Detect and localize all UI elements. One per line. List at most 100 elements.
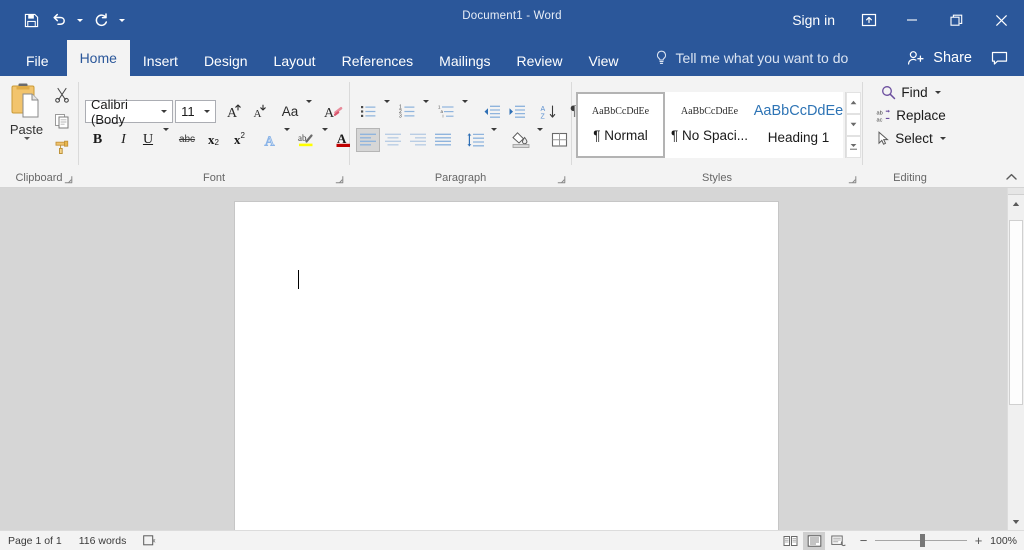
view-read-mode-button[interactable] [779, 532, 801, 550]
align-right-button[interactable] [406, 128, 430, 152]
select-dropdown-icon[interactable] [939, 136, 946, 140]
save-icon[interactable] [18, 7, 44, 33]
style-item-heading-1[interactable]: AaBbCcDdEe Heading 1 [754, 91, 843, 158]
change-case-button[interactable]: Aa [278, 99, 316, 124]
undo-dropdown-icon[interactable] [74, 7, 86, 33]
tab-mailings[interactable]: Mailings [426, 46, 503, 76]
comment-icon[interactable] [982, 42, 1016, 74]
clipboard-dialog-launcher[interactable] [63, 173, 74, 184]
line-spacing-button[interactable] [463, 128, 487, 152]
view-print-layout-button[interactable] [803, 531, 825, 550]
cut-button[interactable] [49, 83, 75, 107]
sign-in-button[interactable]: Sign in [778, 0, 849, 40]
style-item-normal[interactable]: AaBbCcDdEe ¶ Normal [576, 91, 665, 158]
sort-button[interactable]: AZ [537, 100, 561, 124]
font-name-combobox[interactable]: Calibri (Body [85, 97, 174, 127]
close-button[interactable] [979, 0, 1024, 40]
style-item-no-spacing[interactable]: AaBbCcDdEe ¶ No Spaci... [665, 91, 754, 158]
zoom-track[interactable] [875, 534, 967, 548]
multilevel-list-button[interactable]: 1ai [434, 100, 458, 124]
borders-button[interactable] [548, 128, 572, 152]
find-button[interactable]: Find [881, 81, 944, 103]
split-window-handle[interactable] [1008, 188, 1024, 195]
zoom-out-button[interactable]: − [857, 534, 870, 548]
shading-split-button[interactable] [509, 127, 547, 152]
styles-scroll-up-icon[interactable] [846, 91, 861, 114]
tab-view[interactable]: View [575, 46, 631, 76]
tab-design[interactable]: Design [191, 46, 261, 76]
paste-dropdown-icon[interactable] [23, 137, 30, 158]
align-left-button[interactable] [356, 127, 380, 152]
align-center-button[interactable] [381, 128, 405, 152]
numbering-button[interactable]: 123 [395, 100, 419, 124]
text-effects-dropdown-icon[interactable] [280, 127, 294, 149]
strikethrough-button[interactable]: abc [174, 128, 200, 152]
tab-home[interactable]: Home [66, 40, 130, 76]
tab-review[interactable]: Review [504, 46, 576, 76]
paste-button[interactable]: Paste [4, 80, 49, 158]
decrease-indent-button[interactable] [480, 100, 504, 124]
highlight-dropdown-icon[interactable] [318, 127, 332, 149]
text-effects-split-button[interactable]: A [260, 127, 294, 152]
vertical-scrollbar[interactable] [1007, 188, 1024, 530]
zoom-level[interactable]: 100% [987, 535, 1017, 547]
shading-dropdown-icon[interactable] [533, 127, 547, 149]
copy-button[interactable] [49, 109, 75, 133]
grow-font-button[interactable]: A [222, 100, 246, 124]
scroll-down-icon[interactable] [1008, 513, 1024, 530]
clear-formatting-button[interactable]: A [321, 100, 345, 124]
tab-layout[interactable]: Layout [261, 46, 329, 76]
bullets-dropdown-icon[interactable] [380, 99, 394, 121]
page-indicator[interactable]: Page 1 of 1 [6, 535, 64, 547]
line-spacing-split-button[interactable] [463, 127, 501, 152]
superscript-button[interactable]: x2 [227, 128, 252, 152]
format-painter-button[interactable] [49, 135, 75, 159]
change-case-dropdown-icon[interactable] [302, 99, 316, 121]
view-web-layout-button[interactable] [827, 532, 849, 550]
find-dropdown-icon[interactable] [934, 90, 941, 94]
tab-references[interactable]: References [329, 46, 427, 76]
text-highlight-button[interactable]: ab [295, 128, 318, 152]
bold-button[interactable]: B [85, 128, 110, 152]
redo-icon[interactable] [88, 7, 114, 33]
italic-button[interactable]: I [111, 128, 136, 152]
multilevel-dropdown-icon[interactable] [458, 99, 472, 121]
replace-button[interactable]: ab ac Replace [876, 104, 950, 126]
tab-file[interactable]: File [8, 46, 67, 76]
tell-me-search[interactable]: Tell me what you want to do [654, 40, 848, 76]
numbering-dropdown-icon[interactable] [419, 99, 433, 121]
shrink-font-button[interactable]: A [247, 100, 271, 124]
styles-scroll-down-icon[interactable] [846, 113, 861, 136]
ribbon-display-options-icon[interactable] [849, 0, 889, 40]
bullets-split-button[interactable] [356, 99, 394, 124]
select-button[interactable]: Select [876, 127, 950, 149]
font-name-dropdown-icon[interactable] [156, 110, 172, 113]
font-dialog-launcher[interactable] [334, 173, 345, 184]
scrollbar-thumb[interactable] [1009, 220, 1023, 405]
multilevel-split-button[interactable]: 1ai [434, 99, 472, 124]
zoom-slider[interactable]: − + [857, 534, 985, 548]
minimize-button[interactable] [889, 0, 934, 40]
subscript-button[interactable]: x2 [201, 128, 226, 152]
paragraph-dialog-launcher[interactable] [556, 173, 567, 184]
font-size-dropdown-icon[interactable] [199, 110, 215, 113]
numbering-split-button[interactable]: 123 [395, 99, 433, 124]
zoom-in-button[interactable]: + [972, 534, 985, 548]
tab-insert[interactable]: Insert [130, 46, 191, 76]
styles-dialog-launcher[interactable] [847, 173, 858, 184]
shading-button[interactable] [509, 128, 533, 152]
styles-more-icon[interactable] [846, 135, 861, 158]
bullets-button[interactable] [356, 100, 380, 124]
customize-qat-icon[interactable] [116, 7, 128, 33]
word-count[interactable]: 116 words [77, 535, 129, 547]
underline-dropdown-icon[interactable] [159, 127, 173, 149]
share-button[interactable]: Share [897, 42, 982, 74]
document-page[interactable] [235, 202, 778, 530]
scrollbar-track[interactable] [1008, 212, 1024, 513]
underline-split-button[interactable]: U [137, 127, 173, 152]
highlight-split-button[interactable]: ab [295, 127, 332, 152]
increase-indent-button[interactable] [505, 100, 529, 124]
restore-button[interactable] [934, 0, 979, 40]
line-spacing-dropdown-icon[interactable] [487, 127, 501, 149]
undo-icon[interactable] [46, 7, 72, 33]
